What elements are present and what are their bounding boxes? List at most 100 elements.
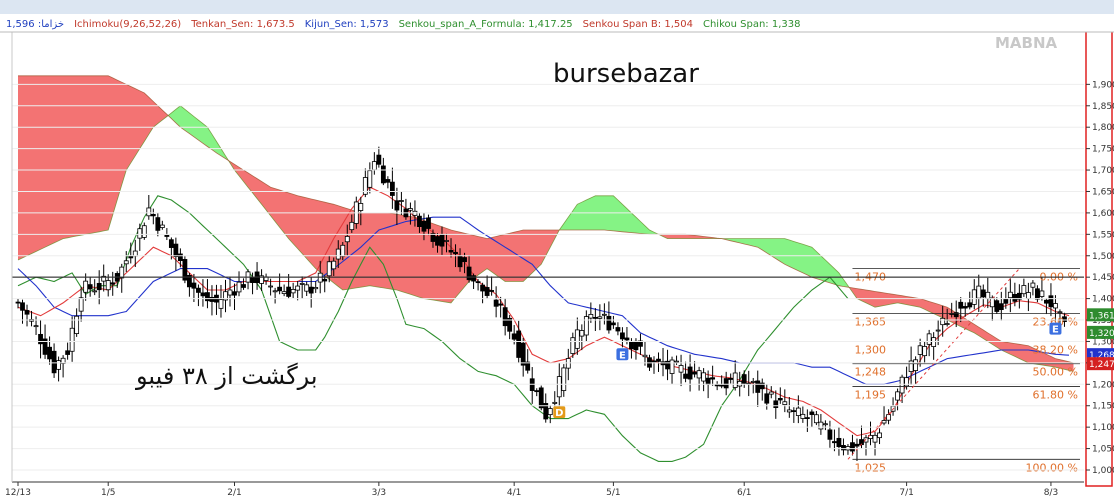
candle-bullish (813, 414, 819, 424)
candle-bullish (895, 391, 900, 401)
candle-bearish (1003, 298, 1009, 304)
candle-bullish (669, 359, 675, 374)
candle-bearish (1044, 299, 1049, 304)
candle-bearish (633, 340, 639, 351)
candle-bullish (872, 434, 878, 443)
candle-bullish (83, 280, 89, 293)
signal-marker-e-label: E (1052, 325, 1059, 336)
ichimoku-chart[interactable]: 1,470 0.00 %1,365 23.60 %1,300 38.20 %1,248… (0, 0, 1114, 498)
fib-price-label: 1,025 (854, 461, 886, 474)
candle-bearish (683, 373, 688, 379)
y-tick-label: 1,600 (1092, 209, 1114, 219)
candle-bullish (123, 260, 129, 265)
candle-bearish (47, 346, 52, 360)
candle-bearish (534, 390, 540, 393)
candle-bullish (881, 420, 887, 424)
y-tick-label: 1,650 (1092, 187, 1114, 197)
candle-bearish (205, 292, 210, 302)
candle-bullish (696, 370, 702, 379)
candle-bearish (520, 342, 526, 366)
y-tick-label: 1,900 (1092, 80, 1114, 90)
candle-bullish (985, 291, 991, 299)
candle-bearish (841, 445, 846, 451)
candle-bearish (516, 330, 522, 358)
candle-bearish (1048, 295, 1054, 308)
candle-bearish (286, 286, 292, 297)
candle-bearish (484, 287, 490, 296)
candle-bearish (511, 333, 517, 340)
overlay-title: bursebazar (553, 59, 699, 89)
candle-bearish (809, 411, 815, 415)
candle-bullish (768, 391, 774, 395)
candle-bullish (367, 170, 373, 188)
x-tick-label: 6/1 (737, 488, 751, 498)
candle-bullish (218, 299, 224, 309)
candle-bullish (732, 372, 738, 388)
candle-bullish (290, 288, 296, 294)
candle-bullish (935, 329, 941, 332)
candle-bullish (268, 285, 273, 288)
candle-bullish (750, 380, 756, 383)
candle-bullish (33, 325, 39, 328)
x-tick-label: 3/3 (372, 488, 386, 498)
candle-bullish (989, 297, 995, 308)
candle-bearish (475, 281, 481, 284)
candle-bearish (471, 275, 476, 282)
candle-bearish (426, 217, 431, 229)
y-tick-label: 1,300 (1092, 337, 1114, 347)
candle-bearish (777, 398, 783, 401)
candle-bearish (764, 393, 770, 404)
candle-bullish (574, 329, 580, 349)
candle-bearish (417, 215, 422, 227)
candle-bearish (277, 286, 283, 292)
candle-bullish (1021, 285, 1027, 295)
fib-price-label: 1,195 (854, 388, 886, 401)
header-item: Senkou Span B: 1,504 (583, 19, 693, 30)
candle-bearish (394, 200, 400, 211)
candle-bearish (308, 286, 314, 294)
candle-bearish (1035, 288, 1040, 300)
candle-bullish (74, 315, 80, 334)
fib-percent-label: 100.00 % (1026, 461, 1078, 474)
candle-bearish (611, 322, 616, 326)
fib-price-label: 1,365 (854, 316, 886, 329)
candle-bullish (227, 289, 233, 296)
candle-bullish (642, 354, 648, 358)
candle-bullish (601, 313, 607, 316)
candle-bullish (926, 333, 932, 345)
top-bar (0, 0, 1114, 14)
candle-bullish (146, 207, 152, 217)
candle-bearish (832, 441, 837, 444)
candle-bearish (502, 307, 508, 327)
candle-bearish (498, 303, 504, 306)
candle-bearish (196, 287, 201, 293)
x-tick-label: 8/3 (1044, 488, 1058, 498)
candle-bullish (141, 225, 147, 238)
x-tick-label: 4/1 (507, 488, 521, 498)
candle-bullish (92, 290, 98, 293)
annotation-text: برگشت از ۳۸ فیبو (135, 362, 318, 390)
y-tick-label: 1,750 (1092, 145, 1114, 155)
candle-bullish (588, 313, 594, 319)
candle-bearish (155, 217, 161, 231)
candle-bearish (719, 384, 725, 387)
y-tick-label: 1,450 (1092, 273, 1114, 283)
candle-bearish (380, 165, 386, 184)
fib-percent-label: 50.00 % (1033, 366, 1078, 379)
candle-bearish (96, 282, 102, 291)
candle-bullish (701, 372, 707, 382)
candle-bearish (177, 253, 183, 262)
candle-bearish (692, 371, 697, 375)
candle-bullish (281, 291, 287, 294)
chart-root: 1,470 0.00 % 1,365 23.60 % 1,300 38.20 % 1,248… (0, 0, 1114, 498)
candle-bullish (917, 345, 923, 355)
candle-bullish (331, 260, 337, 270)
watermark: MABNA (995, 34, 1058, 52)
fib-percent-label: 38.20 % (1033, 343, 1078, 356)
candle-bearish (466, 266, 472, 281)
candle-bearish (967, 302, 973, 308)
candle-bullish (678, 365, 684, 373)
candle-bearish (615, 327, 621, 332)
candle-bearish (958, 301, 964, 309)
candle-bullish (899, 376, 905, 394)
